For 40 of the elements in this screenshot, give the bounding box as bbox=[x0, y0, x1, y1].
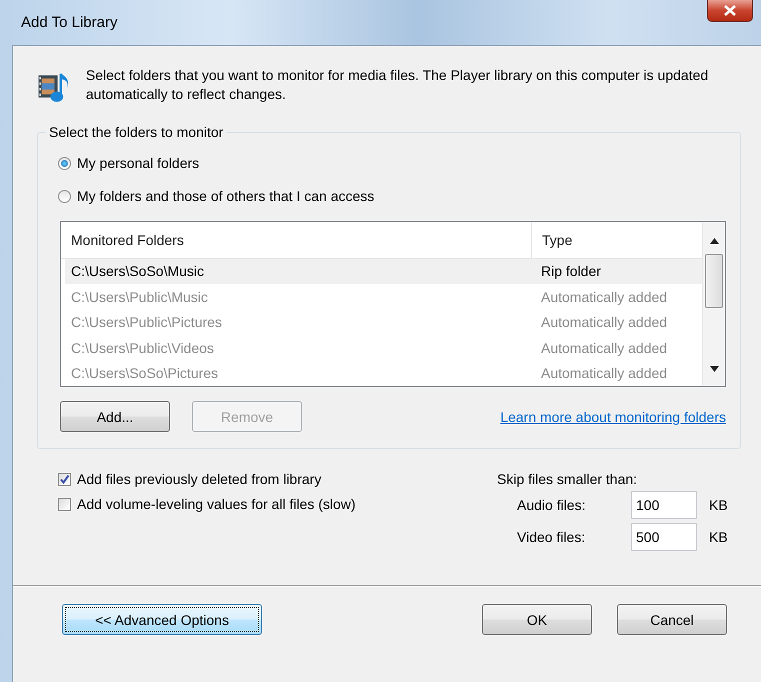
folder-type: Automatically added bbox=[540, 314, 668, 330]
folder-type: Automatically added bbox=[540, 288, 668, 305]
folder-type: Automatically added bbox=[540, 365, 668, 382]
advanced-options-button[interactable]: << Advanced Options bbox=[62, 604, 262, 635]
group-title: Select the folders to monitor bbox=[48, 124, 224, 140]
checkbox[interactable] bbox=[58, 498, 71, 510]
scroll-down-icon[interactable] bbox=[710, 366, 718, 372]
help-link[interactable]: Learn more about monitoring folders bbox=[500, 408, 726, 424]
unit-label: KB bbox=[709, 529, 729, 545]
scroll-bar[interactable] bbox=[702, 222, 725, 386]
field-label: Audio files: bbox=[517, 497, 586, 513]
folder-type: Automatically added bbox=[540, 340, 668, 356]
checkbox-label[interactable]: Add volume-leveling values for all files (slow) bbox=[77, 496, 356, 512]
folder-path: C:\Users\SoSo\Pictures bbox=[70, 365, 220, 382]
close-button[interactable] bbox=[707, 0, 753, 22]
folder-path: C:\Users\SoSo\Music bbox=[70, 263, 206, 280]
field-label: Video files: bbox=[517, 529, 586, 545]
size-field[interactable]: 100 bbox=[631, 491, 697, 519]
window-title: Add To Library bbox=[21, 14, 118, 31]
radio-label[interactable]: My folders and those of others that I can access bbox=[77, 188, 374, 204]
add-button[interactable]: Add... bbox=[60, 401, 170, 432]
cancel-button[interactable]: Cancel bbox=[617, 604, 727, 635]
folder-row[interactable]: C:\Users\SoSo\Music Rip folder bbox=[65, 258, 702, 284]
scroll-up-icon[interactable] bbox=[710, 238, 718, 244]
radio-button[interactable] bbox=[58, 156, 71, 170]
radio-label[interactable]: My personal folders bbox=[77, 155, 200, 171]
folder-path: C:\Users\Public\Videos bbox=[70, 340, 215, 356]
checkbox[interactable] bbox=[58, 472, 71, 486]
close-icon bbox=[723, 5, 737, 16]
intro-text: Select folders that you want to monitor for media files. The Player library on this computer is updated automatically to reflect changes. bbox=[86, 66, 710, 104]
radio-button[interactable] bbox=[58, 190, 71, 202]
ok-button[interactable]: OK bbox=[482, 604, 592, 635]
checkbox-label[interactable]: Add files previously deleted from library bbox=[77, 471, 322, 487]
unit-label: KB bbox=[709, 497, 729, 513]
skip-title: Skip files smaller than: bbox=[497, 471, 638, 487]
column-header[interactable]: Monitored Folders bbox=[61, 222, 531, 258]
folder-type: Rip folder bbox=[540, 263, 602, 280]
folder-path: C:\Users\Public\Pictures bbox=[70, 314, 223, 330]
size-field[interactable]: 500 bbox=[631, 523, 697, 551]
folder-path: C:\Users\Public\Music bbox=[70, 288, 209, 305]
